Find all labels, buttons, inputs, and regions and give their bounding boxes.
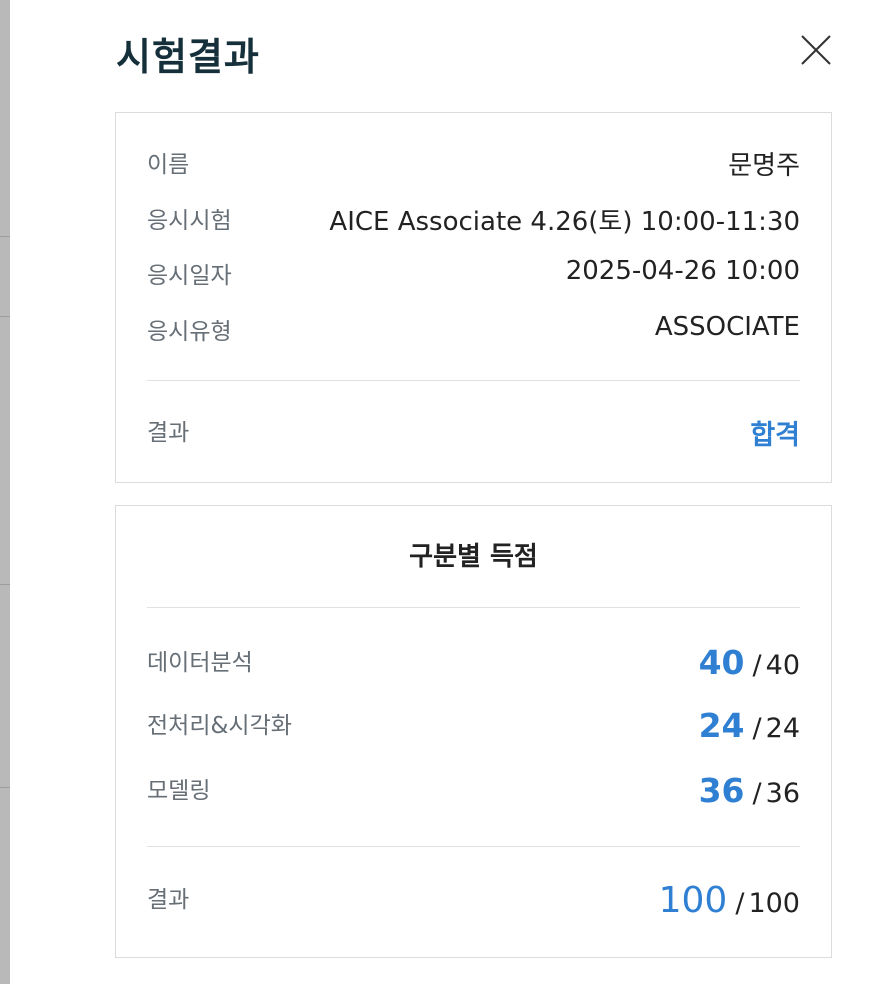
background-divider [0, 584, 10, 585]
info-divider [147, 380, 800, 381]
exam-info-card: 이름 문명주 응시시험 AICE Associate 4.26(토) 10:00… [115, 112, 832, 483]
score-separator: / [752, 778, 762, 809]
score-separator: / [735, 888, 745, 919]
total-score-value: 100/100 [659, 880, 800, 921]
info-row-name: 이름 문명주 [147, 145, 800, 185]
score-row-data-analysis: 데이터분석 40/40 [147, 643, 800, 683]
score-row-total: 결과 100/100 [147, 880, 800, 921]
total-score-max: 100 [748, 888, 800, 919]
score-row-modeling: 모델링 36/36 [147, 771, 800, 811]
info-row-date: 응시일자 2025-04-26 10:00 [147, 256, 800, 296]
score-obtained: 36 [698, 771, 745, 810]
score-label: 데이터분석 [147, 650, 253, 676]
info-row-type: 응시유형 ASSOCIATE [147, 312, 800, 352]
info-value: 2025-04-26 10:00 [565, 256, 800, 286]
score-obtained: 40 [698, 643, 745, 682]
score-title-divider [147, 607, 800, 608]
result-label: 결과 [147, 420, 190, 446]
info-label: 이름 [147, 152, 190, 178]
score-label: 전처리&시각화 [147, 713, 292, 739]
score-max: 24 [765, 713, 800, 744]
background-divider [0, 787, 10, 788]
total-label: 결과 [147, 887, 190, 913]
info-row-exam: 응시시험 AICE Associate 4.26(토) 10:00-11:30 [147, 201, 800, 241]
total-score-obtained: 100 [658, 880, 728, 921]
background-page-strip [0, 0, 10, 984]
background-divider [0, 316, 10, 317]
score-label: 모델링 [147, 778, 211, 804]
info-value: ASSOCIATE [654, 312, 800, 342]
background-divider [0, 236, 10, 237]
info-label: 응시유형 [147, 319, 232, 345]
score-total-divider [147, 846, 800, 847]
close-icon [801, 35, 831, 65]
score-separator: / [752, 713, 762, 744]
result-status-value: 합격 [750, 420, 800, 451]
score-card-title: 구분별 득점 [409, 542, 538, 572]
score-max: 40 [765, 650, 800, 681]
score-separator: / [752, 650, 762, 681]
score-obtained: 24 [698, 706, 745, 745]
info-value: AICE Associate 4.26(토) 10:00-11:30 [329, 207, 800, 237]
score-value: 36/36 [699, 771, 800, 810]
info-label: 응시시험 [147, 208, 232, 234]
score-value: 24/24 [699, 706, 800, 745]
score-max: 36 [765, 778, 800, 809]
info-value: 문명주 [728, 151, 800, 181]
info-row-result: 결과 합격 [147, 413, 800, 453]
modal-title: 시험결과 [116, 35, 260, 79]
score-row-preprocessing: 전처리&시각화 24/24 [147, 706, 800, 746]
close-button[interactable] [796, 30, 836, 70]
score-value: 40/40 [699, 643, 800, 682]
exam-result-modal: 시험결과 이름 문명주 응시시험 AICE Associate 4.26(토) … [10, 0, 896, 984]
score-breakdown-card: 구분별 득점 데이터분석 40/40 전처리&시각화 24/24 모델링 36/… [115, 505, 832, 958]
info-label: 응시일자 [147, 263, 232, 289]
